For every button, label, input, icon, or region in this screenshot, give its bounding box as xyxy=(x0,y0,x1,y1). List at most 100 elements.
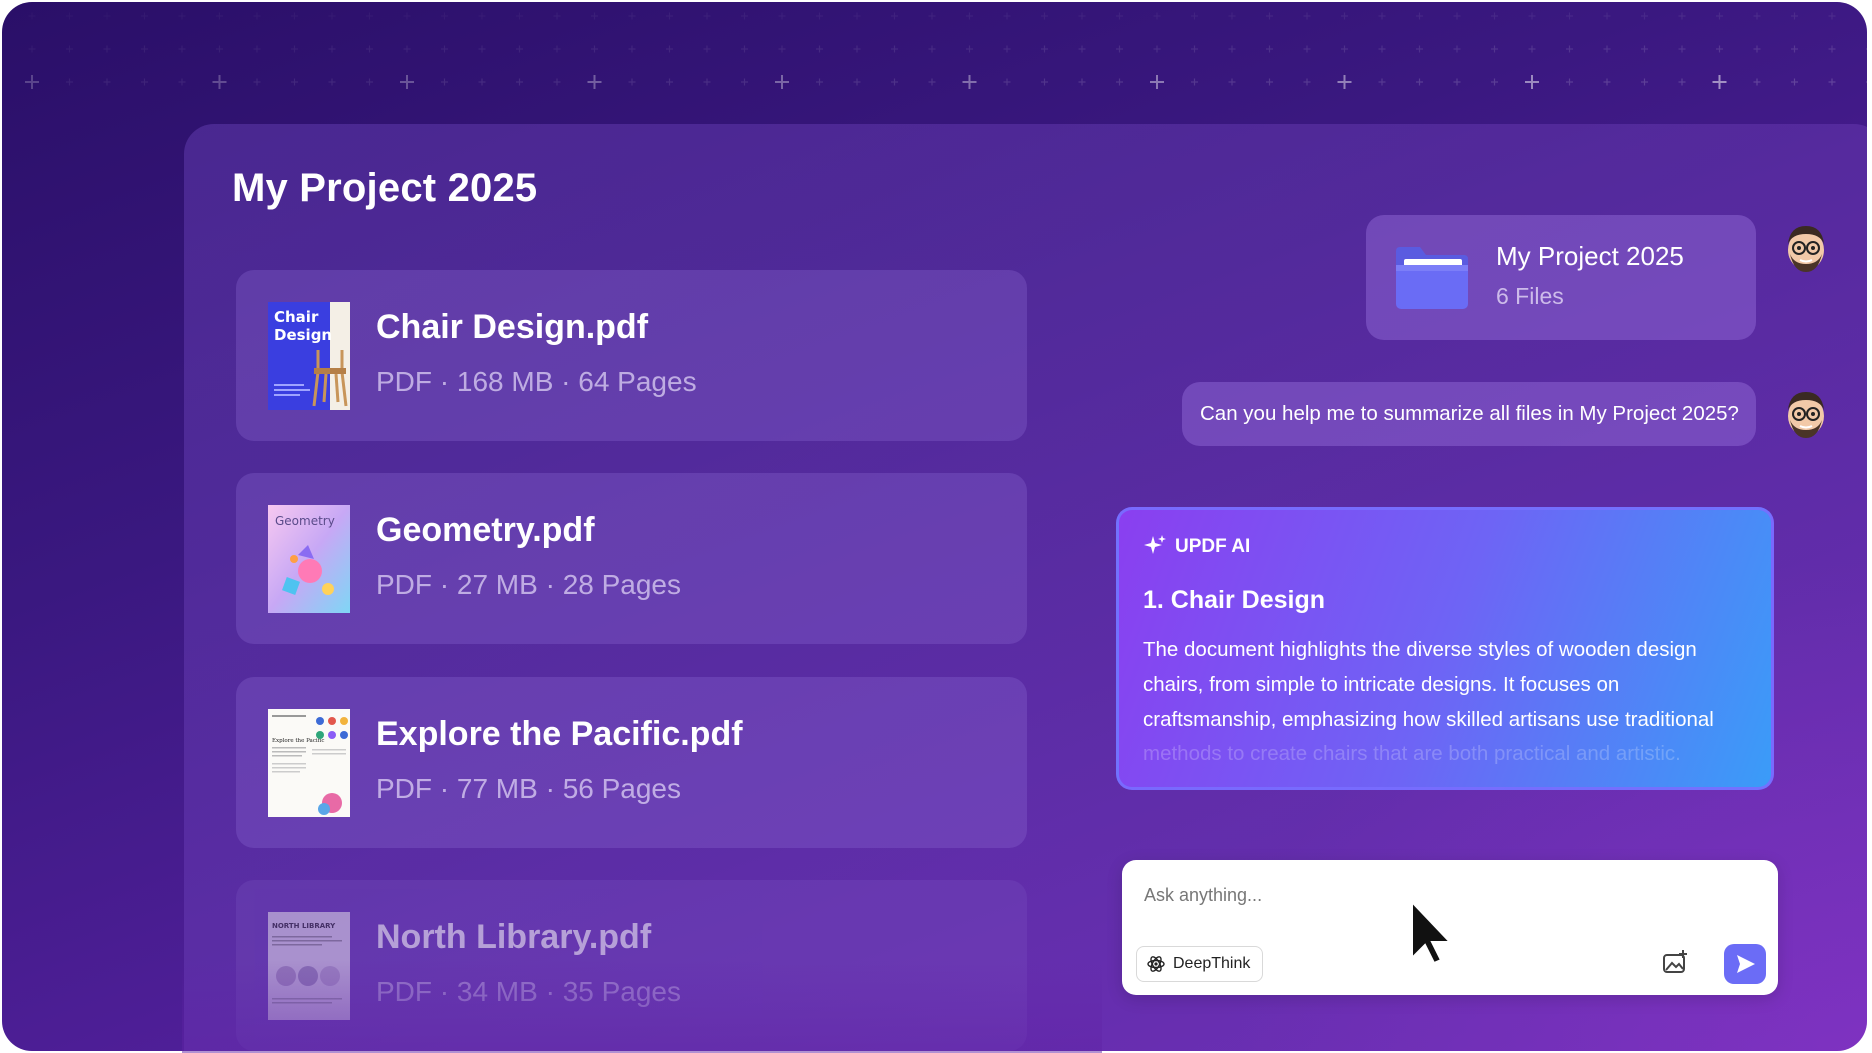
plus-mark xyxy=(141,45,148,53)
plus-mark xyxy=(775,75,789,89)
plus-mark xyxy=(66,45,73,53)
file-card-north-library[interactable]: NORTH LIBRARY North Library.pdf PDF · 34… xyxy=(236,880,1027,1051)
file-card-chair-design[interactable]: Chair Design Chair Design.pdf PDF · 168 … xyxy=(236,270,1027,441)
file-meta: PDF · 27 MB · 28 Pages xyxy=(376,569,682,600)
plus-mark xyxy=(478,12,486,20)
plus-mark xyxy=(1337,75,1352,89)
folder-message-bubble[interactable]: My Project 2025 6 Files xyxy=(1366,215,1756,340)
plus-mark xyxy=(1191,45,1198,53)
image-icon[interactable] xyxy=(1660,948,1690,978)
background-plus-pattern xyxy=(25,12,1867,89)
plus-mark xyxy=(1078,45,1086,53)
file-card-explore-the-pacific[interactable]: Explore the Pacific Explore the Pacific.… xyxy=(236,677,1027,848)
sparkle-icon xyxy=(1144,535,1166,554)
plus-mark xyxy=(441,45,448,53)
plus-mark xyxy=(141,12,148,20)
file-name: Geometry.pdf xyxy=(376,511,595,549)
deepthink-button[interactable]: DeepThink xyxy=(1136,946,1264,982)
pdf-thumbnail-chair-design: Chair Design xyxy=(268,302,350,410)
plus-mark xyxy=(553,45,561,53)
plus-mark xyxy=(212,75,227,89)
plus-mark xyxy=(1566,45,1573,53)
mouse-cursor-icon xyxy=(1411,900,1453,965)
plus-mark xyxy=(703,45,711,53)
plus-mark xyxy=(1378,45,1386,53)
plus-mark xyxy=(816,45,823,53)
plus-mark xyxy=(516,78,523,86)
plus-mark xyxy=(1266,78,1273,86)
send-button[interactable] xyxy=(1724,944,1766,984)
page-title: My Project 2025 xyxy=(232,166,538,210)
plus-mark xyxy=(1753,78,1761,86)
plus-mark xyxy=(28,45,36,53)
plus-mark xyxy=(891,12,898,20)
plus-mark xyxy=(1712,75,1727,89)
plus-mark xyxy=(1753,45,1761,53)
ai-summary-line: methods to create chairs that are both p… xyxy=(1143,742,1681,765)
plus-mark xyxy=(1116,45,1123,53)
plus-mark xyxy=(1341,45,1348,53)
ai-summary-line: chairs, from simple to intricate designs… xyxy=(1143,673,1620,696)
plus-mark xyxy=(1641,45,1648,53)
plus-mark xyxy=(516,45,523,53)
plus-mark xyxy=(666,78,673,86)
plus-mark xyxy=(853,78,861,86)
file-name: North Library.pdf xyxy=(376,918,652,956)
plus-mark xyxy=(1566,78,1573,86)
plus-mark xyxy=(1641,78,1648,86)
plus-mark xyxy=(216,45,223,53)
plus-mark xyxy=(1341,12,1348,20)
plus-mark xyxy=(1491,45,1498,53)
plus-mark xyxy=(1866,15,1867,17)
ai-label: UPDF AI xyxy=(1175,536,1251,557)
plus-mark xyxy=(1191,78,1198,86)
plus-mark xyxy=(1078,12,1086,20)
file-card-geometry[interactable]: Geometry Geometry.pdf PDF · 27 MB · 28 P… xyxy=(236,473,1027,644)
plus-mark xyxy=(1603,45,1611,53)
pdf-thumbnail-geometry: Geometry xyxy=(268,505,350,613)
plus-mark xyxy=(1416,78,1423,86)
plus-mark xyxy=(25,75,39,89)
plus-mark xyxy=(1791,12,1798,20)
plus-mark xyxy=(962,75,977,89)
user-avatar xyxy=(1788,226,1824,272)
plus-mark xyxy=(1078,78,1086,86)
user-question-bubble: Can you help me to summarize all files i… xyxy=(1182,382,1756,446)
plus-mark xyxy=(291,12,298,20)
plus-mark xyxy=(103,12,111,20)
pdf-thumbnail-north-library: NORTH LIBRARY xyxy=(268,912,350,1020)
plus-mark xyxy=(1453,45,1461,53)
plus-mark xyxy=(853,45,861,53)
plus-mark xyxy=(1678,12,1686,20)
plus-mark xyxy=(478,45,486,53)
plus-mark xyxy=(66,12,73,20)
plus-mark xyxy=(1116,78,1123,86)
plus-mark xyxy=(291,78,298,86)
deepthink-label: DeepThink xyxy=(1173,955,1251,972)
plus-mark xyxy=(291,45,298,53)
plus-mark xyxy=(1828,78,1836,86)
plus-mark xyxy=(928,45,936,53)
svg-text:Chair: Chair xyxy=(274,308,319,326)
plus-mark xyxy=(253,78,261,86)
plus-mark xyxy=(1266,45,1273,53)
plus-mark xyxy=(1416,12,1423,20)
plus-mark xyxy=(366,45,373,53)
plus-mark xyxy=(1716,45,1723,53)
plus-mark xyxy=(1603,12,1611,20)
plus-mark xyxy=(628,12,636,20)
plus-mark xyxy=(741,45,748,53)
atom-icon xyxy=(1147,956,1165,972)
plus-mark xyxy=(1266,12,1273,20)
plus-mark xyxy=(28,12,36,20)
svg-text:Geometry: Geometry xyxy=(275,514,335,528)
plus-mark xyxy=(966,45,973,53)
plus-mark xyxy=(853,12,861,20)
plus-mark xyxy=(1716,12,1723,20)
user-question-text: Can you help me to summarize all files i… xyxy=(1200,402,1739,425)
folder-title: My Project 2025 xyxy=(1496,241,1684,271)
ai-summary-line: craftsmanship, emphasizing how skilled a… xyxy=(1143,708,1714,731)
plus-mark xyxy=(516,12,523,20)
plus-mark xyxy=(591,12,598,20)
plus-mark xyxy=(66,78,73,86)
